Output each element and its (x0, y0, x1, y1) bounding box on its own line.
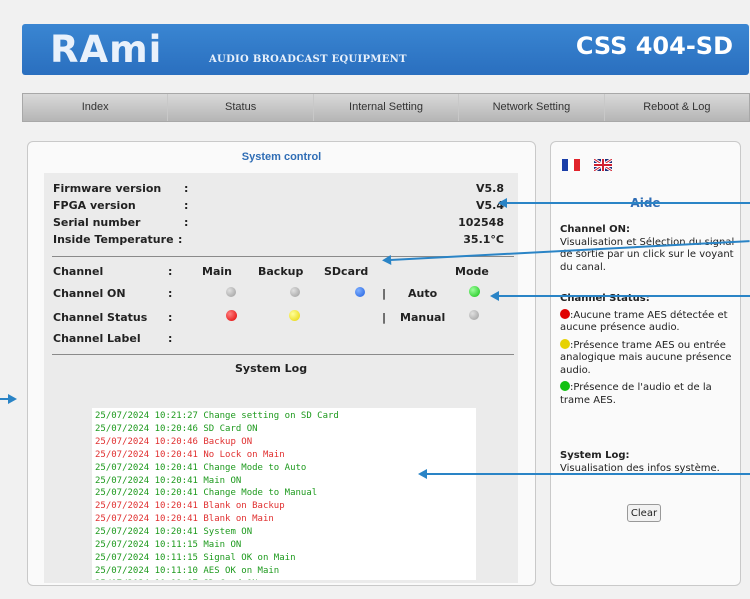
colon: : (184, 182, 189, 195)
logo-tagline: AUDIO BROADCAST EQUIPMENT (209, 54, 407, 65)
log-line: 25/07/2024 10:11:10 AES OK on Main (95, 565, 280, 576)
manual-mode-led[interactable] (469, 310, 479, 320)
divider (52, 354, 514, 355)
green-led-icon (560, 381, 570, 391)
nav-bar: Index Status Internal Setting Network Se… (22, 93, 750, 122)
header-banner: RAmi AUDIO BROADCAST EQUIPMENT CSS 404-S… (22, 24, 749, 75)
log-line: 25/07/2024 10:11:15 Signal OK on Main (95, 552, 296, 563)
colon: : (184, 199, 189, 212)
channel-on-label: Channel ON (53, 287, 126, 300)
manual-label: Manual (400, 311, 446, 324)
panel-title: System control (241, 151, 322, 163)
main-header: Main (202, 265, 232, 278)
help-log-text: Visualisation des infos système. (560, 462, 720, 474)
serial-label: Serial number (53, 216, 141, 229)
help-channel-on-title: Channel ON: (560, 224, 631, 235)
system-log-title: System Log (235, 362, 308, 375)
colon: : (168, 287, 173, 300)
log-line: 25/07/2024 10:21:27 Change setting on SD… (95, 411, 339, 421)
backup-status-led (289, 310, 300, 321)
help-panel: Aide Channel ON: Visualisation et Sélect… (550, 141, 741, 586)
annotation-arrow (490, 291, 750, 301)
mode-header: Mode (455, 265, 489, 278)
backup-header: Backup (258, 265, 304, 278)
separator: | (382, 311, 387, 324)
separator: | (382, 287, 387, 300)
log-line: 25/07/2024 10:20:46 SD Card ON (95, 423, 258, 434)
nav-internal-setting[interactable]: Internal Setting (314, 94, 460, 121)
channel-status-label: Channel Status (53, 311, 148, 324)
colon: : (184, 216, 189, 229)
log-line: 25/07/2024 10:11:15 Main ON (95, 540, 242, 551)
system-control-panel: System control Firmware version : V5.8 F… (27, 141, 536, 586)
help-channel-status: Channel Status: :Aucune trame AES détect… (560, 293, 740, 407)
annotation-arrow (418, 469, 750, 479)
flag-uk-icon[interactable] (593, 156, 613, 173)
log-line: 25/07/2024 10:20:41 Change Mode to Manua… (95, 488, 318, 499)
main-on-led[interactable] (226, 287, 236, 297)
colon: : (168, 311, 173, 324)
sdcard-header: SDcard (324, 265, 369, 278)
annotation-arrow (0, 398, 9, 400)
log-line: 25/07/2024 10:20:41 System ON (95, 527, 253, 538)
log-line: 25/07/2024 10:20:41 Blank on Main (95, 514, 274, 525)
firmware-value: V5.8 (476, 182, 504, 195)
rami-logo: RAmi (50, 28, 163, 71)
annotation-arrow (498, 198, 750, 208)
nav-index[interactable]: Index (23, 94, 169, 121)
sdcard-on-led[interactable] (355, 287, 365, 297)
help-system-log: System Log: Visualisation des infos syst… (560, 450, 740, 475)
log-line: 25/07/2024 10:20:41 No Lock on Main (95, 449, 285, 460)
nav-reboot-log[interactable]: Reboot & Log (605, 94, 749, 121)
channel-header-label: Channel (53, 265, 104, 278)
colon: : (168, 265, 173, 278)
flag-france-icon[interactable] (562, 156, 580, 171)
yellow-led-icon (560, 338, 570, 349)
temperature-value: 35.1°C (463, 233, 504, 246)
model-name: CSS 404-SD (575, 32, 733, 60)
system-control-body: Firmware version : V5.8 FPGA version : V… (44, 173, 518, 583)
firmware-label: Firmware version (53, 182, 162, 195)
serial-value: 102548 (458, 216, 504, 229)
system-log-view[interactable]: 25/07/2024 10:21:27 Change setting on SD… (92, 408, 476, 580)
red-led-icon (560, 308, 570, 319)
channel-label-label: Channel Label (53, 332, 141, 345)
log-line: 25/07/2024 10:11:07 SD Card ON (95, 578, 476, 580)
help-log-title: System Log: (560, 450, 630, 461)
clear-button[interactable]: Clear (627, 504, 661, 522)
log-line: 25/07/2024 10:20:41 Blank on Backup (95, 501, 285, 512)
temperature-label: Inside Temperature (53, 233, 174, 246)
log-line: 25/07/2024 10:20:46 Backup ON (95, 436, 253, 447)
help-status-red: :Aucune trame AES détectée et aucune pré… (560, 309, 728, 334)
nav-status[interactable]: Status (168, 94, 314, 121)
help-status-yellow: :Présence trame AES ou entrée analogique… (560, 339, 732, 376)
colon: : (168, 332, 173, 345)
auto-label: Auto (408, 287, 438, 300)
auto-mode-led[interactable] (469, 286, 480, 297)
nav-network-setting[interactable]: Network Setting (459, 94, 605, 121)
fpga-label: FPGA version (53, 199, 136, 212)
colon: : (178, 233, 183, 246)
main-status-led (226, 310, 237, 321)
backup-on-led[interactable] (290, 287, 300, 297)
help-status-green: :Présence de l'audio et de la trame AES. (560, 382, 712, 406)
